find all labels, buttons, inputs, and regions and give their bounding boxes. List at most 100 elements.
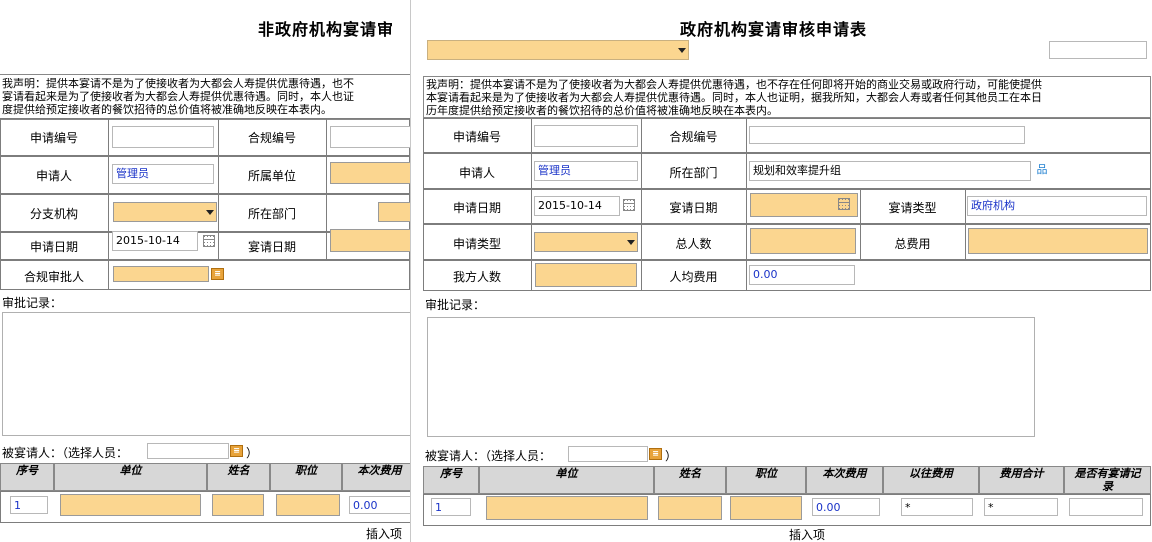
row-unit-input[interactable] bbox=[60, 494, 201, 516]
row-number-input[interactable]: 1 bbox=[10, 496, 48, 514]
apply-type-select[interactable] bbox=[534, 232, 638, 252]
approval-log-label: 审批记录： bbox=[2, 296, 63, 310]
apply-date-label: 申请日期 bbox=[452, 201, 501, 215]
compliance-number-label: 合规编号 bbox=[669, 130, 718, 144]
select-person-icon[interactable]: ≡ bbox=[649, 448, 662, 460]
request-number-input[interactable] bbox=[112, 126, 214, 148]
request-number-label: 申请编号 bbox=[452, 130, 501, 144]
declaration-line: 本宴请看起来是为了使接收者为大都会人寿提供优惠待遇。同时，本人也证明，据我所知，… bbox=[426, 92, 1042, 104]
form-select-dropdown[interactable] bbox=[427, 40, 689, 60]
page-title: 政府机构宴请审核申请表 bbox=[680, 20, 868, 39]
select-person-icon[interactable]: ≡ bbox=[230, 445, 243, 457]
row-name-input[interactable] bbox=[212, 494, 264, 516]
row-number-input[interactable]: 1 bbox=[431, 498, 471, 516]
declaration-line: 我声明：提供本宴请不是为了使接收者为大都会人寿提供优惠待遇，也不存在任何即将开始… bbox=[426, 79, 1042, 91]
row-cost-input[interactable]: 0.00 bbox=[812, 498, 880, 516]
applicant-label: 申请人 bbox=[458, 166, 495, 180]
column-header: 序号 bbox=[423, 466, 479, 494]
total-people-label: 总人数 bbox=[675, 237, 712, 251]
apply-date-input[interactable]: 2015-10-14 bbox=[112, 231, 198, 251]
calendar-icon[interactable] bbox=[838, 198, 850, 210]
request-number-input[interactable] bbox=[534, 125, 638, 147]
department-label: 所在部门 bbox=[247, 207, 296, 221]
invitee-select-input[interactable] bbox=[147, 443, 229, 459]
insert-item-link[interactable]: 插入项 bbox=[789, 526, 825, 542]
declaration-box: 我声明：提供本宴请不是为了使接收者为大都会人寿提供优惠待遇，也不存在任何即将开始… bbox=[423, 76, 1151, 118]
calendar-icon[interactable] bbox=[203, 235, 215, 247]
approval-log-label: 审批记录： bbox=[425, 298, 486, 312]
non-government-form-panel: 非政府机构宴请审 我声明：提供本宴请不是为了使接收者为大都会人寿提供优惠待遇，也… bbox=[0, 0, 411, 542]
apply-type-label: 申请类型 bbox=[452, 237, 501, 251]
column-header: 以往费用 bbox=[883, 466, 979, 494]
column-header: 姓名 bbox=[654, 466, 726, 494]
row-unit-input[interactable] bbox=[486, 496, 648, 520]
branch-label: 分支机构 bbox=[29, 207, 78, 221]
column-header: 序号 bbox=[0, 463, 54, 491]
government-form-panel: 政府机构宴请审核申请表 我声明：提供本宴请不是为了使接收者为大都会人寿提供优惠待… bbox=[423, 0, 1152, 542]
banquet-date-input[interactable] bbox=[330, 229, 410, 252]
compliance-number-input[interactable] bbox=[330, 126, 410, 148]
banquet-date-label: 宴请日期 bbox=[669, 201, 718, 215]
total-people-input[interactable] bbox=[750, 228, 856, 254]
apply-date-input[interactable]: 2015-10-14 bbox=[534, 196, 620, 216]
row-total-cost-input[interactable]: * bbox=[984, 498, 1058, 516]
banquet-date-label: 宴请日期 bbox=[247, 240, 296, 254]
per-person-cost-input[interactable]: 0.00 bbox=[749, 265, 855, 285]
declaration-line: 度提供给预定接收者的餐饮招待的总价值将被准确地反映在本表内。 bbox=[2, 104, 332, 116]
invitee-close-paren: ） bbox=[246, 446, 259, 460]
column-header: 姓名 bbox=[207, 463, 270, 491]
row-name-input[interactable] bbox=[658, 496, 722, 520]
applicant-input[interactable]: 管理员 bbox=[112, 164, 214, 184]
applicant-input[interactable]: 管理员 bbox=[534, 161, 638, 181]
org-chart-icon[interactable]: 品 bbox=[1036, 164, 1048, 176]
invitee-label: 被宴请人：（选择人员： bbox=[2, 446, 129, 460]
banquet-type-input[interactable]: 政府机构 bbox=[967, 196, 1147, 216]
total-cost-input[interactable] bbox=[968, 228, 1148, 254]
row-banquet-record-input[interactable] bbox=[1069, 498, 1143, 516]
declaration-line: 宴请看起来是为了使接收者为大都会人寿提供优惠待遇。同时，本人也证 bbox=[2, 91, 354, 103]
page-title: 非政府机构宴请审 bbox=[258, 20, 395, 39]
column-header: 职位 bbox=[726, 466, 806, 494]
branch-select[interactable] bbox=[113, 202, 217, 222]
our-people-input[interactable] bbox=[535, 263, 637, 287]
our-people-label: 我方人数 bbox=[452, 270, 501, 284]
unit-label: 所属单位 bbox=[247, 169, 296, 183]
compliance-approver-label: 合规审批人 bbox=[23, 270, 84, 284]
row-previous-cost-input[interactable]: * bbox=[901, 498, 973, 516]
chevron-down-icon bbox=[678, 48, 686, 53]
select-person-icon[interactable]: ≡ bbox=[211, 268, 224, 280]
chevron-down-icon bbox=[206, 210, 214, 215]
column-header: 是否有宴请记录 bbox=[1064, 466, 1151, 494]
department-input[interactable]: 规划和效率提升组 bbox=[749, 161, 1031, 181]
invitee-label: 被宴请人：（选择人员： bbox=[425, 449, 552, 463]
invitee-close-paren: ） bbox=[665, 449, 678, 463]
column-header: 单位 bbox=[479, 466, 654, 494]
department-label: 所在部门 bbox=[669, 166, 718, 180]
approval-log-textarea[interactable] bbox=[2, 312, 410, 436]
total-cost-label: 总费用 bbox=[894, 237, 931, 251]
banquet-type-label: 宴请类型 bbox=[888, 201, 937, 215]
department-input[interactable] bbox=[378, 202, 410, 222]
applicant-label: 申请人 bbox=[35, 169, 72, 183]
column-header: 费用合计 bbox=[979, 466, 1064, 494]
unit-input[interactable] bbox=[330, 162, 410, 184]
calendar-icon[interactable] bbox=[623, 199, 635, 211]
invitee-select-input[interactable] bbox=[568, 446, 648, 462]
compliance-number-input[interactable] bbox=[749, 126, 1025, 144]
column-header: 本次费用 bbox=[806, 466, 883, 494]
declaration-line: 我声明：提供本宴请不是为了使接收者为大都会人寿提供优惠待遇，也不 bbox=[2, 78, 354, 90]
declaration-line: 历年度提供给预定接收者的餐饮招待的总价值将被准确地反映在本表内。 bbox=[426, 105, 778, 117]
declaration-box: 我声明：提供本宴请不是为了使接收者为大都会人寿提供优惠待遇，也不 宴请看起来是为… bbox=[0, 74, 410, 120]
column-header: 职位 bbox=[270, 463, 342, 491]
column-header: 单位 bbox=[54, 463, 207, 491]
request-number-label: 申请编号 bbox=[29, 131, 78, 145]
row-position-input[interactable] bbox=[730, 496, 802, 520]
insert-item-link[interactable]: 插入项 bbox=[366, 525, 402, 542]
top-right-input[interactable] bbox=[1049, 41, 1147, 59]
approval-log-textarea[interactable] bbox=[427, 317, 1035, 437]
compliance-number-label: 合规编号 bbox=[247, 131, 296, 145]
chevron-down-icon bbox=[627, 240, 635, 245]
row-position-input[interactable] bbox=[276, 494, 340, 516]
compliance-approver-input[interactable] bbox=[113, 266, 209, 282]
row-cost-input[interactable]: 0.00 bbox=[349, 496, 410, 514]
